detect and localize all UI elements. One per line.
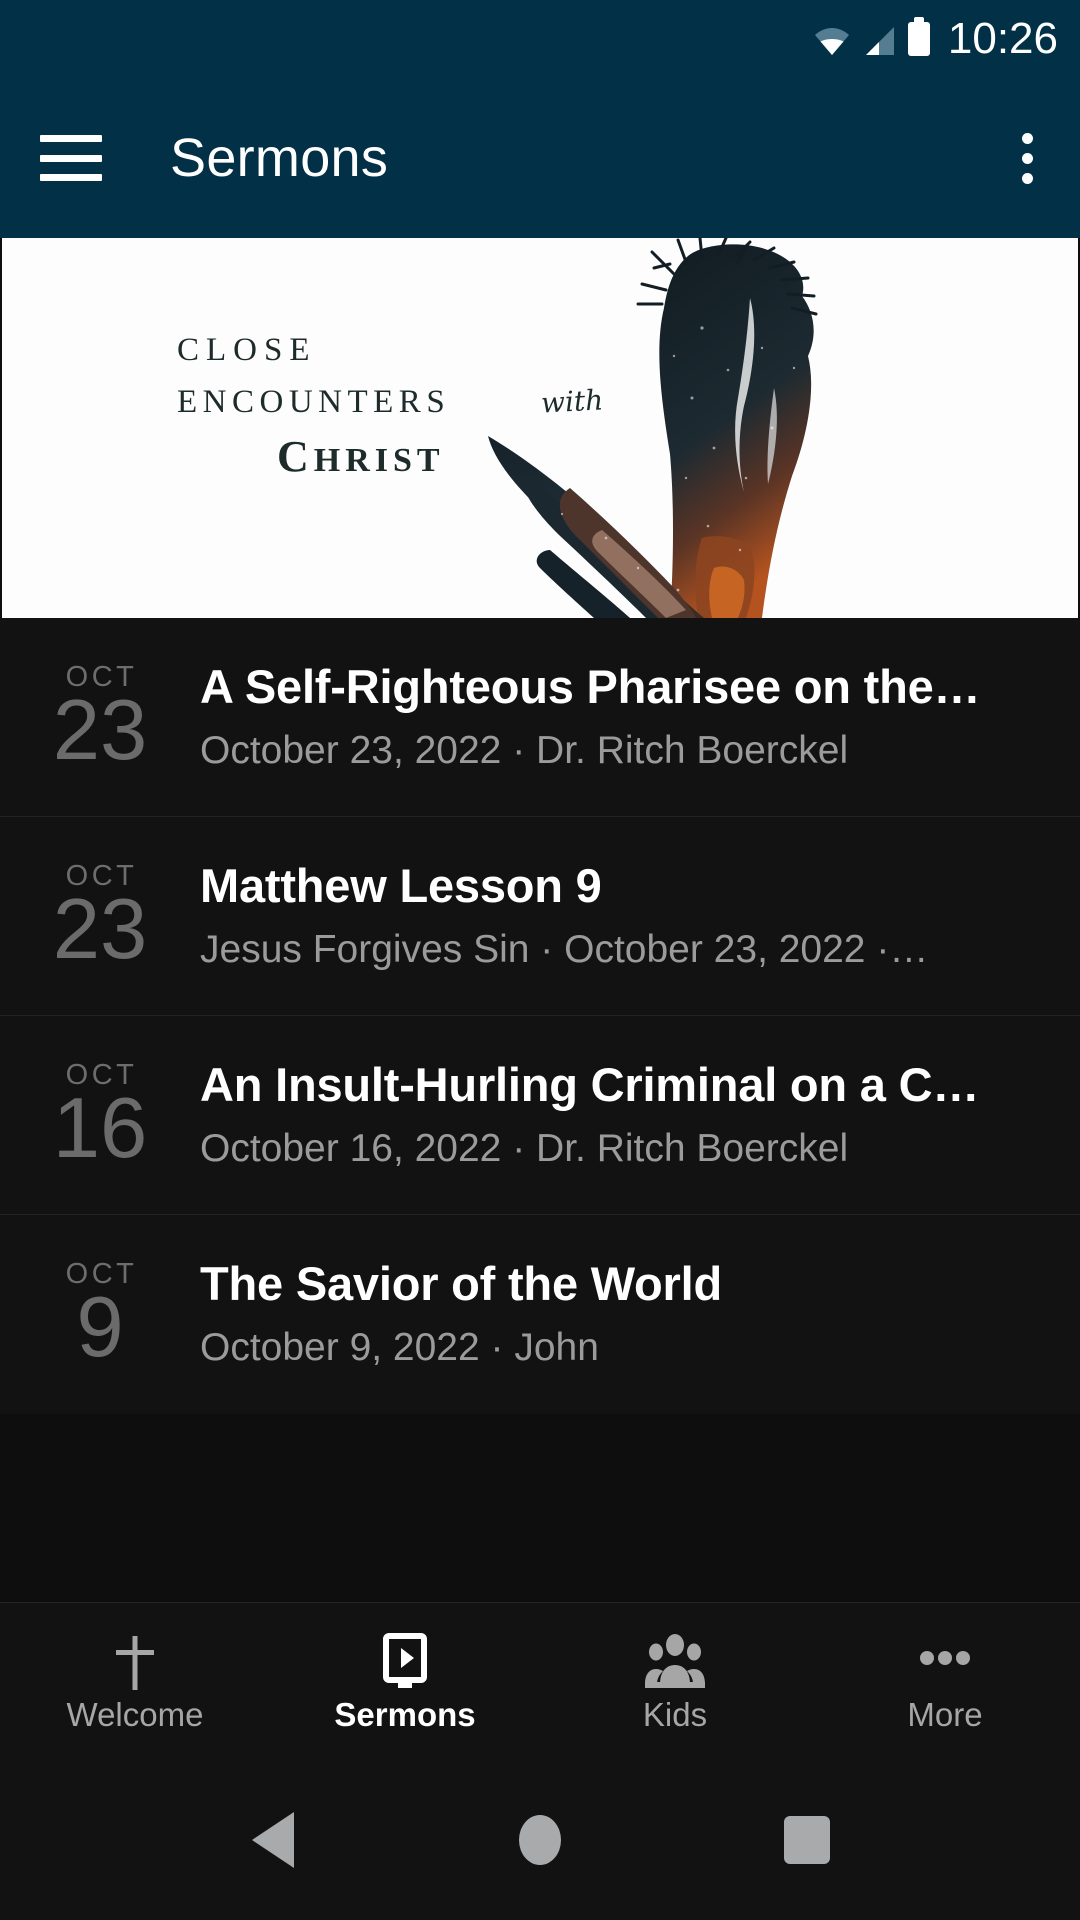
sermon-date-badge: OCT 23 [0,817,200,1015]
sermon-subtitle: Jesus Forgives Sin · October 23, 2022 ·… [200,927,929,971]
sermon-list-item[interactable]: OCT 23 Matthew Lesson 9 Jesus Forgives Sin … [0,817,1080,1016]
sermon-date-day: 16 [52,1080,148,1176]
sermon-date-badge: OCT 9 [0,1215,200,1414]
series-title-line2: ENCOUNTERS with [177,383,604,420]
tab-welcome[interactable]: Welcome [0,1603,270,1760]
sermon-date-day: 9 [76,1280,124,1376]
cross-icon [107,1632,163,1692]
ellipsis-icon [914,1632,976,1692]
sermon-subtitle: October 16, 2022 · Dr. Ritch Boerckel [200,1126,849,1170]
sermon-date-day: 23 [52,881,148,977]
battery-icon [907,17,930,56]
overflow-menu-icon[interactable] [1000,128,1054,188]
tab-label: Kids [642,1696,708,1733]
home-circle-icon[interactable] [495,1795,585,1885]
sermon-date-badge: OCT 16 [0,1016,200,1214]
android-system-nav [0,1760,1080,1920]
sermon-text-column: The Savior of the World October 9, 2022 ·… [200,1257,1050,1372]
tab-label: Sermons [334,1696,476,1733]
app-bar: Sermons [0,78,1080,238]
tab-label: Welcome [66,1696,204,1733]
sermon-list-item[interactable]: OCT 16 An Insult-Hurling Criminal on a C… O… [0,1016,1080,1215]
tab-label: More [907,1696,983,1733]
series-artwork [2,238,1078,618]
sermon-title: An Insult-Hurling Criminal on a C… [200,1057,980,1111]
series-banner-container: CLOSE ENCOUNTERS with CHRIST [0,238,1080,618]
sermon-text-column: A Self-Righteous Pharisee on the… October… [200,660,1050,775]
series-title-line2-text: ENCOUNTERS [177,384,451,420]
series-title-block: CLOSE ENCOUNTERS with CHRIST [177,332,604,479]
status-bar: 10:26 [0,0,1080,78]
series-title-line3-cap: C [277,432,314,481]
sermon-subtitle: October 23, 2022 · Dr. Ritch Boerckel [200,728,849,772]
sermon-title: A Self-Righteous Pharisee on the… [200,659,981,713]
hamburger-menu-icon[interactable] [40,135,102,181]
sermon-title: The Savior of the World [200,1257,723,1311]
sermon-list-item[interactable]: OCT 23 A Self-Righteous Pharisee on the… Oc… [0,618,1080,817]
tab-more[interactable]: More [810,1603,1080,1760]
status-bar-clock: 10:26 [947,14,1058,63]
bottom-tab-bar: Welcome Sermons Kids More [0,1602,1080,1760]
tab-kids[interactable]: Kids [540,1603,810,1760]
video-play-icon [376,1632,434,1692]
sermon-text-column: An Insult-Hurling Criminal on a C… Octobe… [200,1058,1050,1173]
series-banner[interactable]: CLOSE ENCOUNTERS with CHRIST [2,238,1078,618]
recents-square-icon[interactable] [762,1795,852,1885]
series-title-script: with [539,383,604,420]
sermon-subtitle: October 9, 2022 · John [200,1326,599,1370]
status-bar-icons [814,17,930,56]
series-title-line3-rest: HRIST [313,442,445,479]
wifi-icon [814,26,850,56]
sermon-date-badge: OCT 23 [0,618,200,816]
series-title-line1: CLOSE [177,332,317,368]
page-title: Sermons [170,128,389,188]
cellular-signal-icon [863,26,895,56]
back-triangle-icon[interactable] [228,1795,318,1885]
sermon-list-item[interactable]: OCT 9 The Savior of the World October 9, 20… [0,1215,1080,1414]
sermon-title: Matthew Lesson 9 [200,858,602,912]
sermon-text-column: Matthew Lesson 9 Jesus Forgives Sin · Oct… [200,859,1050,974]
sermon-list: OCT 23 A Self-Righteous Pharisee on the… Oc… [0,618,1080,1414]
sermon-date-day: 23 [52,682,148,778]
people-group-icon [644,1632,706,1692]
series-title-line3: CHRIST [277,435,537,479]
tab-sermons[interactable]: Sermons [270,1603,540,1760]
